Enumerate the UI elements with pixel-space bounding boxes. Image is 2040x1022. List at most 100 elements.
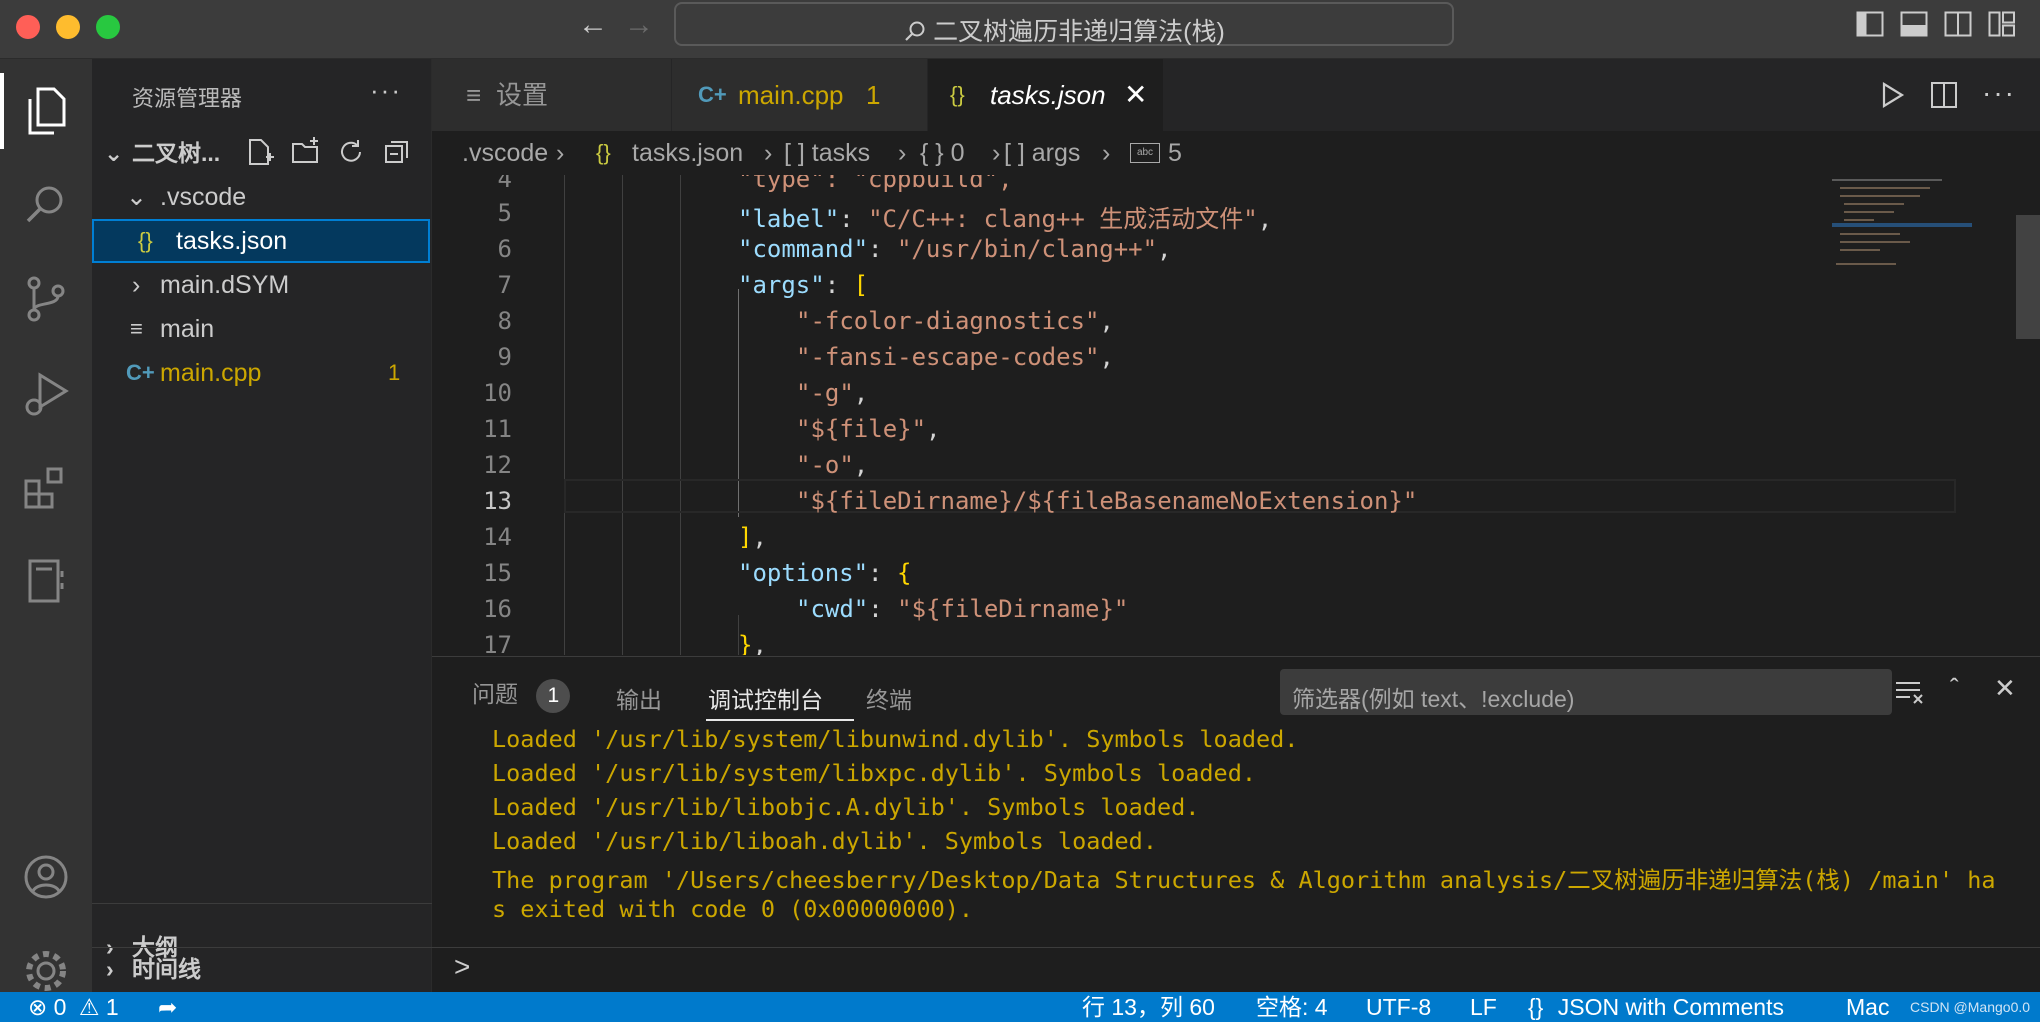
tree-item-main-cpp[interactable]: C+ main.cpp 1 bbox=[92, 351, 432, 395]
run-debug-icon[interactable] bbox=[16, 363, 76, 423]
problem-count-badge: 1 bbox=[536, 679, 571, 713]
tree-item-main[interactable]: ≡ main bbox=[92, 307, 432, 351]
filter-input[interactable]: 筛选器(例如 text、!exclude) bbox=[1280, 669, 1892, 715]
chevron-down-icon: ⌄ bbox=[126, 183, 147, 211]
accounts-icon[interactable] bbox=[16, 847, 76, 907]
tab-main-cpp[interactable]: C+ main.cpp 1 bbox=[672, 59, 928, 131]
command-center[interactable]: 二叉树遍历非递归算法(栈) bbox=[674, 2, 1454, 46]
run-icon[interactable] bbox=[1878, 81, 1906, 109]
search-icon bbox=[905, 21, 925, 41]
forward-arrow-icon[interactable]: → bbox=[624, 8, 654, 42]
code-line: "${fileDirname}/${fileBasenameNoExtensio… bbox=[796, 487, 1417, 515]
toggle-primary-sidebar-icon[interactable] bbox=[1856, 11, 1884, 37]
minimap-line bbox=[1840, 187, 1930, 189]
tree-item-label: main.dSYM bbox=[160, 271, 290, 299]
divider bbox=[432, 947, 2040, 948]
line-number: 12 bbox=[483, 451, 512, 479]
close-window-button[interactable] bbox=[16, 15, 40, 39]
close-tab-icon[interactable]: ✕ bbox=[1124, 59, 1147, 131]
tree-item-label: main bbox=[160, 315, 215, 343]
tree-item-vscode[interactable]: ⌄ .vscode bbox=[92, 175, 432, 219]
line-number: 13 bbox=[483, 487, 512, 515]
console-prompt[interactable]: > bbox=[454, 951, 470, 983]
explorer-icon[interactable] bbox=[16, 81, 76, 141]
new-folder-icon[interactable] bbox=[290, 137, 320, 167]
chevron-right-icon: › bbox=[132, 271, 141, 299]
customize-layout-icon[interactable] bbox=[1988, 11, 2016, 37]
json-value: "/usr/bin/clang++" bbox=[896, 235, 1158, 263]
json-value: "${fileDirname}" bbox=[897, 595, 1129, 623]
cpp-icon: C+ bbox=[698, 82, 727, 107]
extensions-icon[interactable] bbox=[16, 457, 76, 517]
bottom-panel: 问题 1 输出 调试控制台 终端 筛选器(例如 text、!exclude) ˆ… bbox=[432, 656, 2040, 993]
encoding[interactable]: UTF-8 bbox=[1366, 992, 1431, 1022]
scrollbar-thumb[interactable] bbox=[2016, 215, 2040, 339]
toggle-secondary-sidebar-icon[interactable] bbox=[1944, 11, 1972, 37]
warning-count: 1 bbox=[105, 994, 119, 1020]
split-editor-icon[interactable] bbox=[1930, 81, 1958, 109]
maximize-panel-icon[interactable]: ˆ bbox=[1950, 673, 1959, 704]
punctuation: , bbox=[926, 415, 941, 443]
clear-console-icon[interactable] bbox=[1894, 679, 1926, 705]
json-key: "label" bbox=[738, 205, 840, 233]
breadcrumb-item[interactable]: [ ] tasks bbox=[784, 131, 870, 175]
close-panel-icon[interactable]: ✕ bbox=[1994, 673, 2016, 704]
tab-problems[interactable]: 问题 1 bbox=[472, 675, 571, 713]
minimize-window-button[interactable] bbox=[56, 15, 80, 39]
timeline-label: 时间线 bbox=[132, 956, 201, 982]
breadcrumb-item[interactable]: .vscode bbox=[462, 131, 548, 175]
tab-output[interactable]: 输出 bbox=[616, 681, 662, 715]
minimap-line bbox=[1840, 249, 1880, 251]
tree-item-main-dsym[interactable]: › main.dSYM bbox=[92, 263, 432, 307]
run-debug-status-icon[interactable]: ➦ bbox=[158, 992, 177, 1022]
punctuation: , bbox=[752, 523, 767, 551]
tab-terminal[interactable]: 终端 bbox=[866, 681, 912, 715]
breadcrumb-item[interactable]: 5 bbox=[1168, 131, 1182, 175]
toggle-panel-icon[interactable] bbox=[1900, 11, 1928, 37]
line-number: 8 bbox=[497, 307, 512, 335]
problems-status[interactable]: ⊗ 0 ⚠ 1 bbox=[28, 992, 119, 1022]
language-mode[interactable]: {} JSON with Comments bbox=[1528, 992, 1784, 1022]
breadcrumb-item[interactable]: [ ] args bbox=[1004, 131, 1080, 175]
minimap-line bbox=[1832, 179, 1942, 181]
minimap-line bbox=[1844, 211, 1894, 213]
zoom-window-button[interactable] bbox=[96, 15, 120, 39]
code-line: "${file}", bbox=[796, 415, 941, 443]
timeline-section[interactable]: › 时间线 bbox=[92, 947, 432, 991]
collapse-all-icon[interactable] bbox=[382, 137, 412, 167]
minimap-line bbox=[1844, 203, 1904, 205]
new-file-icon[interactable] bbox=[244, 137, 274, 167]
punctuation: , bbox=[1157, 235, 1172, 263]
notebook-icon[interactable] bbox=[16, 551, 76, 611]
breadcrumb-item[interactable]: tasks.json bbox=[632, 131, 743, 175]
breadcrumb-item[interactable]: { } 0 bbox=[920, 131, 965, 175]
error-count: 0 bbox=[53, 994, 67, 1020]
tab-label: tasks.json bbox=[990, 80, 1106, 110]
code-line: "type": "cppbuild", bbox=[738, 175, 1013, 193]
tab-debug-console[interactable]: 调试控制台 bbox=[708, 681, 823, 715]
indentation[interactable]: 空格: 4 bbox=[1256, 992, 1328, 1022]
json-braces-icon: {} bbox=[138, 228, 153, 253]
tab-settings[interactable]: ≡ 设置 bbox=[432, 59, 672, 131]
tab-tasks-json[interactable]: {} tasks.json ✕ bbox=[928, 59, 1164, 131]
status-bar: ⊗ 0 ⚠ 1 ➦ 行 13，列 60 空格: 4 UTF-8 LF {} JS… bbox=[0, 992, 2040, 1022]
more-actions-icon[interactable]: ··· bbox=[370, 75, 402, 106]
search-icon[interactable] bbox=[16, 175, 76, 235]
json-string: "${file}" bbox=[796, 415, 927, 443]
tree-item-label: main.cpp bbox=[160, 359, 262, 387]
code-editor[interactable]: 4 "type": "cppbuild", 5 "label": "C/C++:… bbox=[432, 175, 2040, 655]
filter-placeholder: 筛选器(例如 text、!exclude) bbox=[1292, 686, 1575, 712]
back-arrow-icon[interactable]: ← bbox=[578, 8, 608, 42]
end-of-line[interactable]: LF bbox=[1470, 992, 1497, 1022]
line-number: 10 bbox=[483, 379, 512, 407]
more-actions-icon[interactable]: ··· bbox=[1982, 77, 2016, 109]
source-control-icon[interactable] bbox=[16, 269, 76, 329]
refresh-icon[interactable] bbox=[336, 137, 366, 167]
minimap[interactable] bbox=[1832, 175, 1972, 655]
bracket: ] bbox=[738, 523, 753, 551]
tree-item-tasks-json[interactable]: {} tasks.json bbox=[92, 219, 430, 263]
platform[interactable]: Mac bbox=[1846, 992, 1889, 1022]
tree-item-label: .vscode bbox=[160, 183, 247, 211]
minimap-line bbox=[1836, 263, 1896, 265]
cursor-position[interactable]: 行 13，列 60 bbox=[1082, 992, 1215, 1022]
